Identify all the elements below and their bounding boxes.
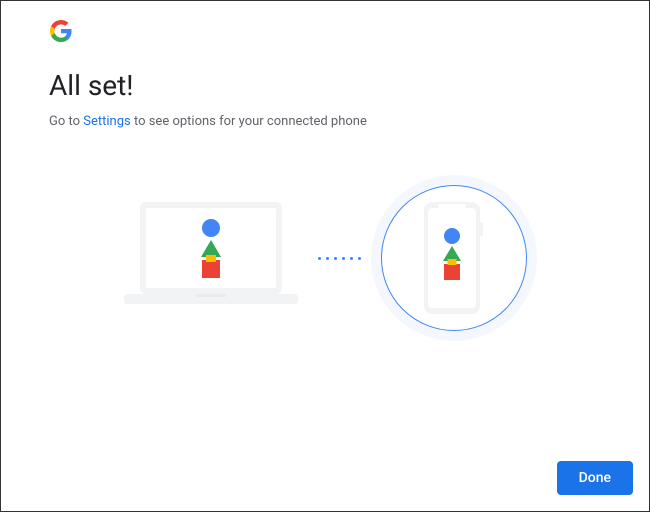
laptop-icon	[124, 200, 298, 316]
settings-link[interactable]: Settings	[83, 114, 130, 129]
phone-circle-icon	[381, 185, 527, 331]
illustration-container	[49, 185, 601, 331]
done-button[interactable]: Done	[557, 461, 633, 495]
page-title: All set!	[49, 69, 601, 102]
google-logo-icon	[49, 19, 601, 47]
subtitle-suffix: to see options for your connected phone	[131, 114, 367, 129]
connection-dots-icon	[318, 257, 361, 260]
subtitle-text: Go to Settings to see options for your c…	[49, 114, 601, 129]
footer: Done	[557, 461, 633, 495]
subtitle-prefix: Go to	[49, 114, 83, 129]
